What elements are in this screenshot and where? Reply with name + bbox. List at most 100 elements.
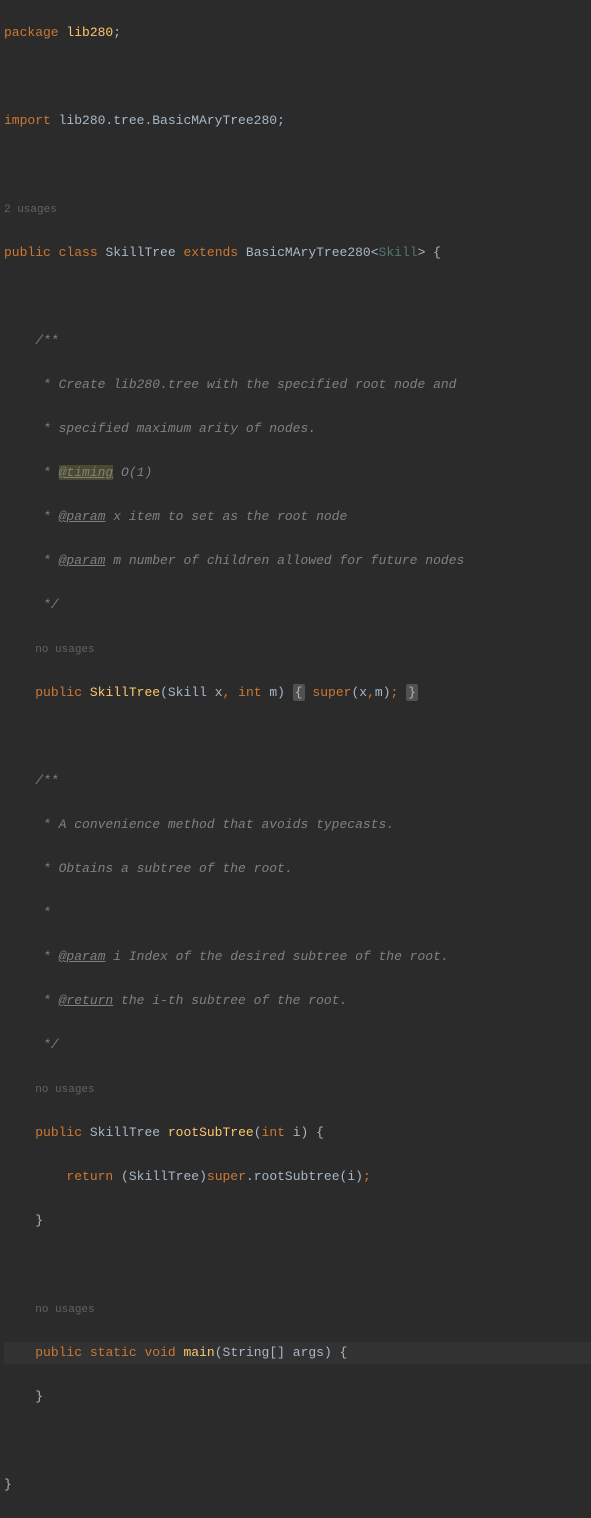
semicolon: ; [277,113,285,128]
javadoc-text: * [35,905,51,920]
superclass-name: BasicMAryTree280 [246,245,371,260]
keyword-extends: extends [183,245,238,260]
blank-line[interactable] [4,154,591,176]
keyword-int: int [262,1125,285,1140]
comment-line[interactable]: /** [4,770,591,792]
brace-close: } [406,684,418,701]
code-line[interactable]: } [4,1474,591,1496]
javadoc-star: * [35,465,58,480]
code-line[interactable]: public class SkillTree extends BasicMAry… [4,242,591,264]
code-line[interactable]: } [4,1210,591,1232]
usage-hint-line[interactable]: no usages [4,638,591,660]
usage-hint-line[interactable]: no usages [4,1298,591,1320]
method-call: rootSubtree [254,1169,340,1184]
keyword-public: public [35,1345,82,1360]
javadoc-star: * [35,993,58,1008]
javadoc-text: * Create lib280.tree with the specified … [35,377,456,392]
comment-line[interactable]: * @timing O(1) [4,462,591,484]
javadoc-text: O(1) [113,465,152,480]
class-name: SkillTree [105,245,175,260]
keyword-super: super [312,685,351,700]
javadoc-tag-param: @param [59,949,106,964]
blank-line[interactable] [4,286,591,308]
comment-line[interactable]: * [4,902,591,924]
javadoc-tag-param: @param [59,509,106,524]
param-name: args [293,1345,324,1360]
method-name: rootSubTree [168,1125,254,1140]
javadoc-star: * [35,553,58,568]
import-path: lib280.tree.BasicMAryTree280 [59,113,277,128]
param-type: String [223,1345,270,1360]
method-name: main [184,1345,215,1360]
javadoc-text: the i-th subtree of the root. [113,993,347,1008]
keyword-super: super [207,1169,246,1184]
arg: i [347,1169,355,1184]
javadoc-start: /** [35,333,58,348]
javadoc-text: i Index of the desired subtree of the ro… [105,949,448,964]
code-line[interactable]: package lib280; [4,22,591,44]
blank-line[interactable] [4,66,591,88]
keyword-class: class [59,245,98,260]
comment-line[interactable]: * @param m number of children allowed fo… [4,550,591,572]
javadoc-text: * specified maximum arity of nodes. [35,421,316,436]
keyword-static: static [90,1345,137,1360]
keyword-package: package [4,25,59,40]
comment-line[interactable]: */ [4,594,591,616]
comment-line[interactable]: * A convenience method that avoids typec… [4,814,591,836]
generic-type: Skill [379,245,418,260]
arg: x [359,685,367,700]
usage-hint-line[interactable]: 2 usages [4,198,591,220]
comment-line[interactable]: * Create lib280.tree with the specified … [4,374,591,396]
keyword-int: int [238,685,261,700]
javadoc-text: * Obtains a subtree of the root. [35,861,292,876]
javadoc-end: */ [35,597,58,612]
keyword-import: import [4,113,51,128]
code-line[interactable]: public SkillTree rootSubTree(int i) { [4,1122,591,1144]
blank-line[interactable] [4,1254,591,1276]
constructor-name: SkillTree [90,685,160,700]
array-brackets: [] [269,1345,285,1360]
keyword-public: public [35,685,82,700]
brace-close: } [4,1477,12,1492]
javadoc-end: */ [35,1037,58,1052]
code-line[interactable]: import lib280.tree.BasicMAryTree280; [4,110,591,132]
javadoc-start: /** [35,773,58,788]
javadoc-text: * A convenience method that avoids typec… [35,817,394,832]
usage-count[interactable]: no usages [35,1298,94,1318]
param-type: Skill [168,685,207,700]
blank-line[interactable] [4,1430,591,1452]
javadoc-text: x item to set as the root node [105,509,347,524]
code-line[interactable]: public SkillTree(Skill x, int m) { super… [4,682,591,704]
code-line[interactable]: } [4,1386,591,1408]
comment-line[interactable]: * specified maximum arity of nodes. [4,418,591,440]
javadoc-tag-return: @return [59,993,114,1008]
keyword-public: public [4,245,51,260]
arg: m [375,685,383,700]
brace-open: { [293,684,305,701]
comment-line[interactable]: * Obtains a subtree of the root. [4,858,591,880]
param-name: i [293,1125,301,1140]
package-name: lib280 [66,25,113,40]
blank-line[interactable] [4,726,591,748]
usage-hint-line[interactable]: no usages [4,1078,591,1100]
comment-line[interactable]: /** [4,330,591,352]
usage-count[interactable]: 2 usages [4,198,57,218]
keyword-return: return [66,1169,113,1184]
javadoc-tag-timing: @timing [59,465,114,480]
usage-count[interactable]: no usages [35,638,94,658]
brace-close: } [35,1213,43,1228]
semicolon: ; [113,25,121,40]
comment-line[interactable]: * @return the i-th subtree of the root. [4,990,591,1012]
comment-line[interactable]: * @param i Index of the desired subtree … [4,946,591,968]
code-line-active[interactable]: public static void main(String[] args) { [4,1342,591,1364]
brace-open: { [425,245,441,260]
usage-count[interactable]: no usages [35,1078,94,1098]
comment-line[interactable]: */ [4,1034,591,1056]
comment-line[interactable]: * @param x item to set as the root node [4,506,591,528]
keyword-public: public [35,1125,82,1140]
code-line[interactable]: return (SkillTree)super.rootSubtree(i); [4,1166,591,1188]
javadoc-star: * [35,949,58,964]
javadoc-star: * [35,509,58,524]
code-editor[interactable]: package lib280; import lib280.tree.Basic… [4,0,591,1518]
param-name: m [269,685,277,700]
